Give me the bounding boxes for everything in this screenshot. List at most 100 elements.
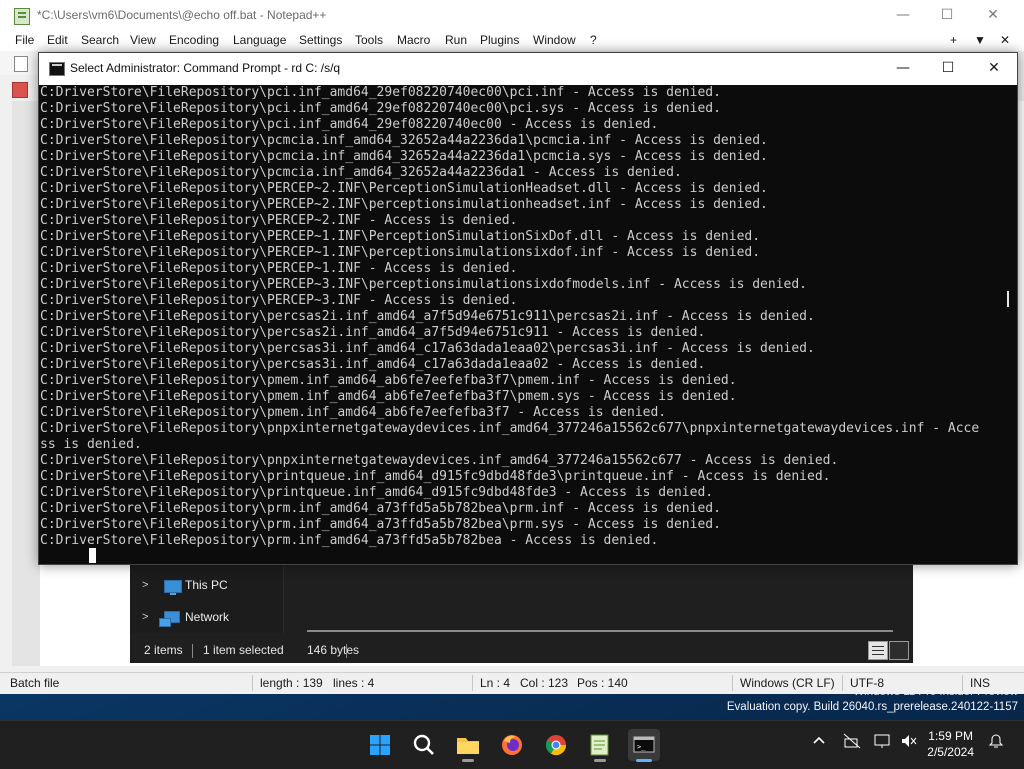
console-line: C:DriverStore\FileRepository\PERCEP~2.IN…: [40, 197, 768, 212]
status-separator: [962, 675, 963, 691]
console-output[interactable]: C:DriverStore\FileRepository\pci.inf_amd…: [39, 85, 999, 564]
clock-date: 2/5/2024: [927, 745, 974, 759]
console-lines: C:DriverStore\FileRepository\pci.inf_amd…: [40, 85, 999, 549]
new-tab-button[interactable]: +: [950, 33, 957, 47]
menu-macro[interactable]: Macro: [397, 33, 430, 47]
console-line: C:DriverStore\FileRepository\pmem.inf_am…: [40, 405, 667, 420]
console-line: C:DriverStore\FileRepository\prm.inf_amd…: [40, 533, 659, 548]
cmd-window-title: Select Administrator: Command Prompt - r…: [70, 61, 341, 75]
text-cursor: [89, 548, 96, 563]
menu-encoding[interactable]: Encoding: [169, 33, 219, 47]
console-line: C:DriverStore\FileRepository\PERCEP~2.IN…: [40, 181, 768, 196]
chevron-right-icon[interactable]: >: [142, 579, 148, 591]
menu-settings[interactable]: Settings: [299, 33, 342, 47]
menu-language[interactable]: Language: [233, 33, 286, 47]
status-eol[interactable]: Windows (CR LF): [740, 676, 835, 690]
menu-search[interactable]: Search: [81, 33, 119, 47]
status-length: length : 139: [260, 676, 323, 690]
console-line: C:DriverStore\FileRepository\pnpxinterne…: [40, 421, 980, 436]
chevron-right-icon[interactable]: >: [142, 611, 148, 623]
display-icon[interactable]: [874, 733, 892, 753]
console-line: C:DriverStore\FileRepository\printqueue.…: [40, 469, 831, 484]
horizontal-scrollbar[interactable]: [307, 630, 893, 632]
details-view-button[interactable]: [868, 641, 888, 660]
cmd-maximize-button[interactable]: ☐: [925, 53, 971, 85]
console-line: C:DriverStore\FileRepository\PERCEP~3.IN…: [40, 293, 518, 308]
start-icon[interactable]: [364, 729, 396, 761]
menu-plugins[interactable]: Plugins: [480, 33, 519, 47]
clock-time: 1:59 PM: [928, 729, 973, 743]
command-prompt-icon[interactable]: >_: [628, 729, 660, 762]
console-line: C:DriverStore\FileRepository\pcmcia.inf_…: [40, 133, 768, 148]
chrome-icon[interactable]: [540, 729, 572, 761]
cmd-vertical-scrollbar[interactable]: [999, 85, 1017, 564]
clock[interactable]: 1:59 PM 2/5/2024: [927, 728, 974, 760]
nav-item-network[interactable]: > Network: [130, 607, 283, 631]
console-line: C:DriverStore\FileRepository\PERCEP~1.IN…: [40, 229, 761, 244]
notepad-menu-bar: File Edit Search View Encoding Language …: [0, 31, 1024, 51]
save-icon[interactable]: [12, 82, 28, 98]
notification-bell-icon[interactable]: [988, 733, 1004, 753]
menu-tools[interactable]: Tools: [355, 33, 383, 47]
command-prompt-window: Select Administrator: Command Prompt - r…: [38, 52, 1018, 565]
console-line: C:DriverStore\FileRepository\percsas3i.i…: [40, 341, 815, 356]
status-position: Pos : 140: [577, 676, 628, 690]
close-button[interactable]: ✕: [970, 0, 1016, 31]
watermark-build: Evaluation copy. Build 26040.rs_prerelea…: [726, 701, 1018, 713]
close-tab-button[interactable]: ✕: [1000, 33, 1010, 47]
console-line: C:DriverStore\FileRepository\prm.inf_amd…: [40, 501, 721, 516]
maximize-button[interactable]: ☐: [924, 0, 970, 31]
status-separator: [842, 675, 843, 691]
search-icon[interactable]: [408, 729, 440, 761]
console-line: C:DriverStore\FileRepository\pnpxinterne…: [40, 453, 839, 468]
large-icons-view-button[interactable]: [889, 641, 909, 660]
console-line: C:DriverStore\FileRepository\pci.inf_amd…: [40, 85, 721, 100]
console-line: C:DriverStore\FileRepository\pci.inf_amd…: [40, 117, 659, 132]
volume-muted-icon[interactable]: [900, 733, 918, 753]
cmd-minimize-button[interactable]: —: [880, 53, 926, 85]
console-line: C:DriverStore\FileRepository\prm.inf_amd…: [40, 517, 721, 532]
chevron-up-icon[interactable]: [812, 733, 826, 751]
status-separator: [732, 675, 733, 691]
status-encoding[interactable]: UTF-8: [850, 676, 884, 690]
status-file-type: Batch file: [10, 676, 60, 690]
menu-run[interactable]: Run: [445, 33, 467, 47]
status-separator: [192, 644, 193, 658]
status-separator: [472, 675, 473, 691]
status-selection-size: 146 bytes: [307, 643, 360, 657]
notepad-title-bar[interactable]: *C:\Users\vm6\Documents\@echo off.bat - …: [0, 0, 1024, 31]
firefox-icon[interactable]: [496, 729, 528, 761]
status-lines: lines : 4: [333, 676, 375, 690]
tab-list-button[interactable]: ▼: [974, 33, 986, 47]
console-line: C:DriverStore\FileRepository\pcmcia.inf_…: [40, 165, 682, 180]
status-column: Col : 123: [520, 676, 569, 690]
menu-help[interactable]: ?: [590, 33, 597, 47]
status-separator: [346, 644, 347, 658]
console-line: C:DriverStore\FileRepository\percsas2i.i…: [40, 325, 706, 340]
cmd-title-bar[interactable]: Select Administrator: Command Prompt - r…: [39, 53, 1017, 85]
scrollbar-thumb[interactable]: [1007, 291, 1009, 307]
console-line: C:DriverStore\FileRepository\pmem.inf_am…: [40, 373, 737, 388]
line-number-gutter: [12, 101, 41, 666]
menu-view[interactable]: View: [130, 33, 156, 47]
network-icon: [159, 611, 180, 627]
menu-edit[interactable]: Edit: [47, 33, 68, 47]
explorer-nav-pane: > This PC > Network: [130, 563, 284, 633]
cmd-close-button[interactable]: ✕: [971, 53, 1017, 85]
menu-window[interactable]: Window: [533, 33, 576, 47]
new-file-icon[interactable]: [14, 56, 28, 72]
notepad-plus-plus-icon[interactable]: [584, 729, 616, 762]
console-line: C:DriverStore\FileRepository\pci.inf_amd…: [40, 101, 721, 116]
network-disconnected-icon[interactable]: [843, 733, 861, 753]
console-line: C:DriverStore\FileRepository\percsas3i.i…: [40, 357, 706, 372]
menu-file[interactable]: File: [15, 33, 34, 47]
nav-item-label: This PC: [185, 578, 228, 592]
file-explorer-icon[interactable]: [452, 729, 484, 762]
status-item-count: 2 items: [144, 643, 183, 657]
file-explorer-window: > This PC > Network 2 items 1 item selec…: [130, 563, 913, 663]
minimize-button[interactable]: —: [880, 0, 926, 31]
console-line: ss is denied.: [40, 437, 142, 452]
nav-item-this-pc[interactable]: > This PC: [130, 575, 283, 599]
notepad-window-title: *C:\Users\vm6\Documents\@echo off.bat - …: [37, 8, 327, 22]
status-insert-mode[interactable]: INS: [970, 676, 990, 690]
